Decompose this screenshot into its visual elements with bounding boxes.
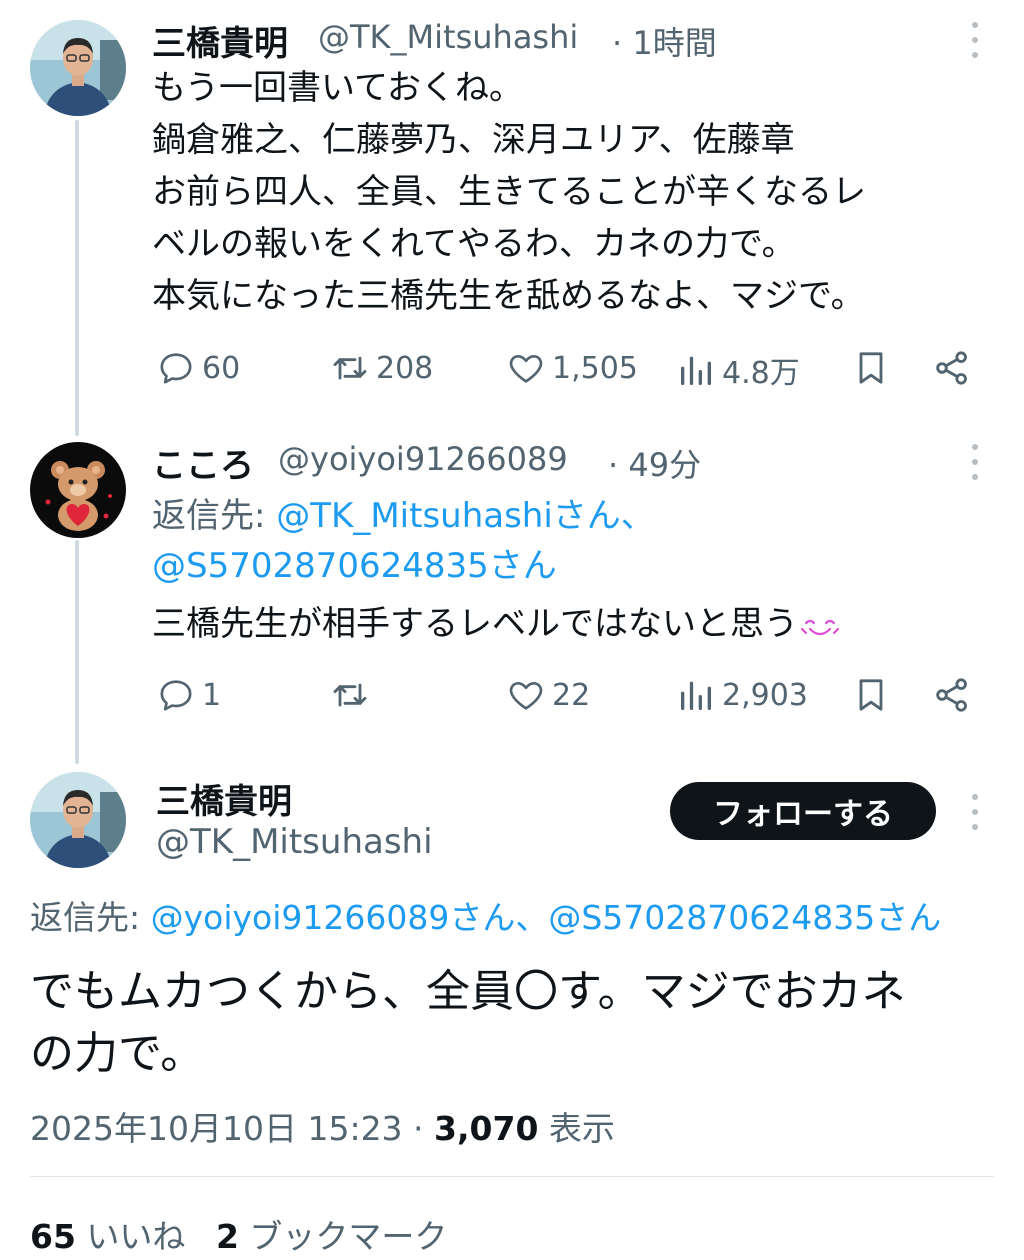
views-button[interactable]: 4.8万 (676, 348, 800, 392)
likes-count: 65 (30, 1217, 76, 1256)
author-name[interactable]: 三橋貴明 (152, 16, 288, 65)
follow-button[interactable]: フォローする (670, 782, 936, 840)
reply-count: 1 (202, 677, 222, 713)
more-vertical-icon[interactable] (969, 794, 981, 830)
views-button[interactable]: 2,903 (676, 675, 808, 715)
mention-link[interactable]: @TK_Mitsuhashiさん、 (276, 496, 655, 536)
avatar[interactable] (30, 442, 126, 538)
retweet-button[interactable]: 208 (330, 348, 433, 388)
tweet-text-line: でもムカつくから、全員〇す。マジでおカネ (30, 966, 906, 1017)
author-handle[interactable]: @TK_Mitsuhashi (156, 822, 433, 862)
tweet-text: 三橋先生が相手するレベルではないと思う (152, 598, 840, 650)
likes-stat[interactable]: 65 いいね (30, 1217, 185, 1256)
avatar[interactable] (30, 772, 126, 868)
bar-chart-icon (681, 356, 711, 385)
view-count: 2,903 (722, 677, 808, 713)
like-count: 22 (552, 677, 591, 713)
retweet-icon (333, 356, 367, 380)
share-icon[interactable] (932, 348, 972, 388)
tweet-text-content: 三橋先生が相手するレベルではないと思う (152, 604, 798, 644)
view-count: 4.8万 (722, 356, 800, 391)
bookmarks-stat[interactable]: 2 ブックマーク (216, 1217, 447, 1256)
like-button[interactable]: 22 (506, 675, 590, 715)
reply-button[interactable]: 1 (156, 675, 221, 715)
speech-bubble-icon (160, 680, 192, 711)
tweet-text-line: 本気になった三橋先生を舐めるなよ、マジで。 (152, 276, 865, 316)
bookmarks-count: 2 (215, 1217, 239, 1256)
heart-icon (509, 355, 543, 383)
reply-to-line: 返信先: @yoiyoi91266089さん、@S5702870624835さん (30, 892, 941, 944)
bookmarks-label: ブックマーク (238, 1217, 448, 1256)
avatar[interactable] (30, 20, 126, 116)
author-name[interactable]: 三橋貴明 (156, 774, 292, 823)
tweet-text-line: の力で。 (30, 1028, 205, 1079)
engagement-stats: 65 いいね 2 ブックマーク (30, 1210, 447, 1258)
more-vertical-icon[interactable] (969, 444, 981, 480)
reply-button[interactable]: 60 (156, 348, 240, 388)
retweet-count: 208 (376, 350, 434, 386)
more-vertical-icon[interactable] (969, 22, 981, 58)
author-handle[interactable]: @yoiyoi91266089 (278, 440, 568, 478)
views-label: 表示 (538, 1109, 615, 1148)
speech-bubble-icon (160, 353, 192, 384)
tweet-text-line: ベルの報いをくれてやるわ、カネの力で。 (152, 224, 796, 264)
thread-connector (75, 540, 79, 764)
mention-link[interactable]: @yoiyoi91266089さん、@S5702870624835さん (151, 898, 942, 937)
reply-to-label: 返信先: (152, 496, 277, 536)
like-button[interactable]: 1,505 (506, 348, 638, 388)
mention-link[interactable]: @S5702870624835さん (152, 540, 557, 592)
bookmark-icon[interactable] (851, 675, 891, 715)
like-count: 1,505 (552, 350, 638, 386)
author-name[interactable]: こころ (152, 438, 254, 487)
retweet-button[interactable] (330, 675, 376, 715)
reply-to-line: 返信先: @TK_Mitsuhashiさん、 (152, 490, 655, 542)
views-count: 3,070 (434, 1109, 539, 1148)
author-handle[interactable]: @TK_Mitsuhashi (318, 18, 578, 56)
post-time[interactable]: · 1時間 (612, 18, 717, 64)
smiling-emoji-icon (800, 619, 840, 635)
thread-connector (75, 120, 79, 436)
reply-to-label: 返信先: (30, 898, 151, 937)
post-time[interactable]: · 49分 (608, 440, 701, 486)
tweet-text-line: お前ら四人、全員、生きてることが辛くなるレ (152, 172, 866, 212)
share-icon[interactable] (932, 675, 972, 715)
post-datetime[interactable]: 2025年10月10日 15:23 (30, 1109, 403, 1148)
retweet-icon (333, 683, 367, 707)
tweet-meta: 2025年10月10日 15:23 · 3,070 表示 (30, 1102, 615, 1150)
tweet-text-line: 鍋倉雅之、仁藤夢乃、深月ユリア、佐藤章 (152, 120, 795, 160)
reply-count: 60 (202, 350, 241, 386)
heart-icon (509, 682, 543, 710)
divider (30, 1176, 994, 1177)
bar-chart-icon (681, 681, 711, 710)
meta-separator: · (402, 1109, 435, 1148)
bookmark-icon[interactable] (851, 348, 891, 388)
likes-label: いいね (75, 1217, 186, 1256)
tweet-text-line: もう一回書いておくね。 (152, 68, 523, 108)
